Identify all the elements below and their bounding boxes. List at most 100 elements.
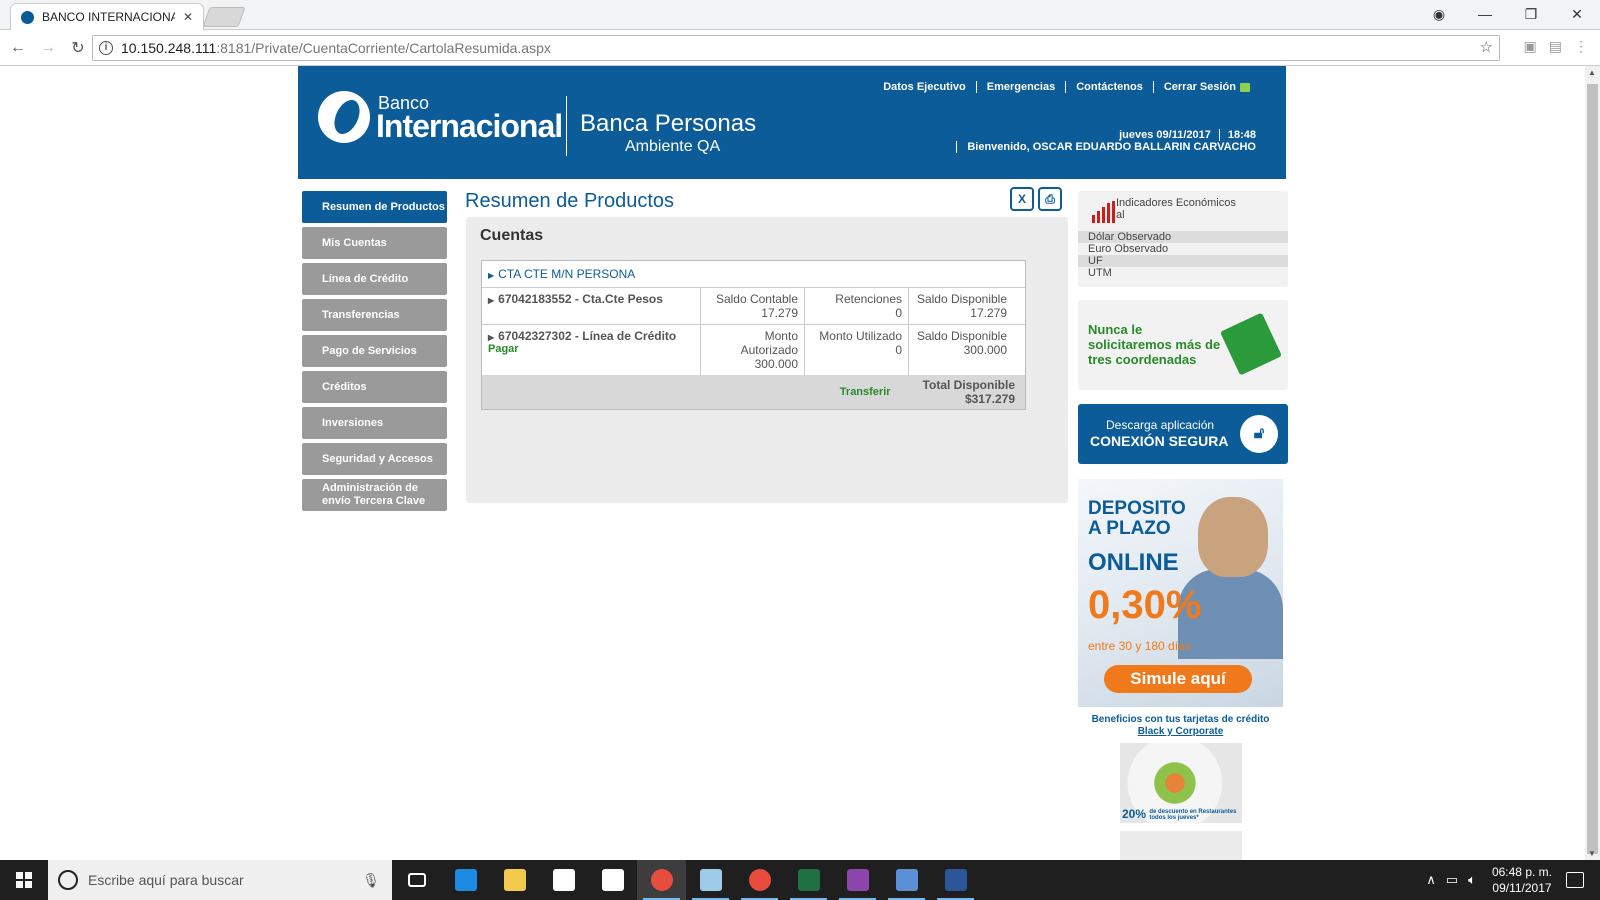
mail-taskbar-icon[interactable] bbox=[588, 860, 637, 900]
balance-cell: Saldo Contable 17.279 bbox=[700, 288, 804, 324]
print-icon[interactable]: ⎙ bbox=[1038, 187, 1062, 211]
tray-chevron-icon[interactable]: ∧ bbox=[1426, 872, 1436, 888]
info-icon[interactable]: i bbox=[99, 41, 113, 55]
account-group-label[interactable]: ▶ CTA CTE M/N PERSONA bbox=[482, 261, 641, 287]
cast-extension-icon[interactable]: ▤ bbox=[1549, 38, 1562, 55]
browser-tab[interactable]: BANCO INTERNACIONAL ✕ bbox=[10, 3, 204, 30]
taskbar-apps bbox=[392, 860, 980, 900]
table-row[interactable]: ▶ 67042327302 - Línea de Crédito Pagar Mon… bbox=[482, 324, 1025, 375]
store-taskbar-icon[interactable] bbox=[539, 860, 588, 900]
transferir-link[interactable]: Transferir bbox=[840, 386, 891, 398]
visual-studio-taskbar-icon[interactable] bbox=[833, 860, 882, 900]
indicator-dolar: Dólar Observado bbox=[1078, 231, 1288, 243]
section-title: Cuentas bbox=[480, 227, 544, 244]
expand-triangle-icon: ▶ bbox=[488, 271, 495, 280]
table-row[interactable]: ▶ 67042183552 - Cta.Cte Pesos Saldo Conta… bbox=[482, 287, 1025, 324]
account-name[interactable]: ▶ 67042327302 - Línea de Crédito Pagar bbox=[482, 325, 700, 375]
sidebar-item-pago-servicios[interactable]: Pago de Servicios bbox=[302, 335, 447, 367]
restore-button[interactable]: ❐ bbox=[1508, 0, 1554, 28]
notepad-taskbar-icon[interactable] bbox=[686, 860, 735, 900]
second-promo-image bbox=[1120, 831, 1242, 860]
address-bar[interactable]: i 10.150.248.111:8181/Private/CuentaCorr… bbox=[92, 35, 1500, 61]
volume-muted-icon[interactable]: 🔈︎ bbox=[1468, 872, 1476, 888]
header-links: Datos Ejecutivo Emergencias Contáctenos … bbox=[873, 81, 1260, 93]
used-cell: Monto Utilizado 0 bbox=[804, 325, 908, 375]
start-button[interactable] bbox=[0, 860, 48, 900]
simulate-button[interactable]: Simule aquí bbox=[1104, 665, 1252, 693]
system-tray: ∧ ▭ 🔈︎ 06:48 p. m. 09/11/2017 bbox=[1426, 860, 1600, 900]
forward-arrow-icon[interactable]: → bbox=[36, 39, 60, 57]
padlock-icon: 🔓︎ bbox=[1240, 415, 1278, 453]
scroll-thumb[interactable] bbox=[1587, 84, 1598, 854]
sidebar-item-transferencias[interactable]: Transferencias bbox=[302, 299, 447, 331]
browser-tab-strip: BANCO INTERNACIONAL ✕ ◉ — ❐ ✕ bbox=[0, 0, 1600, 30]
back-arrow-icon[interactable]: ← bbox=[6, 39, 30, 57]
reload-icon[interactable]: ↻ bbox=[66, 38, 90, 58]
sidebar-item-creditos[interactable]: Créditos bbox=[302, 371, 447, 403]
bank-favicon-icon bbox=[21, 10, 34, 24]
file-explorer-icon bbox=[503, 869, 526, 891]
taskbar-clock[interactable]: 06:48 p. m. 09/11/2017 bbox=[1492, 864, 1552, 896]
coordinate-card-icon bbox=[1220, 312, 1282, 376]
sidebar-item-linea-credito[interactable]: Línea de Crédito bbox=[302, 263, 447, 295]
windows-taskbar: Escribe aquí para buscar 🎙︎ ∧ ▭ 🔈︎ 06:48… bbox=[0, 860, 1600, 900]
search-placeholder[interactable]: Escribe aquí para buscar bbox=[88, 872, 352, 888]
available-cell: Saldo Disponible 300.000 bbox=[908, 325, 1013, 375]
link-emergencias[interactable]: Emergencias bbox=[975, 81, 1065, 93]
excel-export-icon[interactable]: X bbox=[1010, 187, 1034, 211]
edge-taskbar-icon[interactable] bbox=[441, 860, 490, 900]
new-tab-button[interactable] bbox=[202, 7, 246, 27]
excel-taskbar-icon[interactable] bbox=[784, 860, 833, 900]
download-app-banner[interactable]: Descarga aplicación CONEXIÓN SEGURA 🔓︎ bbox=[1078, 404, 1288, 464]
minimize-button[interactable]: — bbox=[1462, 0, 1508, 28]
sidebar-item-inversiones[interactable]: Inversiones bbox=[302, 407, 447, 439]
link-datos-ejecutivo[interactable]: Datos Ejecutivo bbox=[873, 81, 976, 93]
remote-desktop-taskbar-icon[interactable] bbox=[882, 860, 931, 900]
menu-icon[interactable]: ⋮ bbox=[1574, 38, 1588, 55]
visual-studio-icon bbox=[846, 869, 869, 891]
network-icon[interactable]: ▭ bbox=[1446, 872, 1458, 888]
task-view-taskbar-icon[interactable] bbox=[392, 860, 441, 900]
word-taskbar-icon[interactable] bbox=[931, 860, 980, 900]
pdf-extension-icon[interactable]: ▣ bbox=[1524, 38, 1537, 55]
coordinates-text: Nunca le solicitaremos más de tres coord… bbox=[1088, 322, 1221, 367]
bookmark-star-icon[interactable]: ☆ bbox=[1480, 38, 1493, 56]
scroll-up-icon[interactable]: ▲ bbox=[1588, 68, 1596, 77]
header-divider bbox=[566, 96, 567, 156]
link-contactenos[interactable]: Contáctenos bbox=[1065, 81, 1153, 93]
link-cerrar-sesion[interactable]: Cerrar Sesión bbox=[1152, 81, 1260, 93]
url-text[interactable]: 10.150.248.111:8181/Private/CuentaCorrie… bbox=[121, 40, 551, 56]
action-center-icon[interactable] bbox=[1566, 872, 1584, 888]
scroll-down-icon[interactable]: ▼ bbox=[1588, 849, 1596, 858]
account-name[interactable]: ▶ 67042183552 - Cta.Cte Pesos bbox=[482, 288, 700, 324]
microphone-icon[interactable]: 🎙︎ bbox=[362, 872, 380, 889]
cortana-icon bbox=[58, 870, 78, 890]
close-tab-icon[interactable]: ✕ bbox=[183, 10, 193, 24]
pagar-link[interactable]: Pagar bbox=[488, 343, 694, 355]
page-viewport: Banco Internacional Banca Personas Ambie… bbox=[0, 66, 1585, 860]
welcome-message: Bienvenido, OSCAR EDUARDO BALLARIN CARVA… bbox=[956, 141, 1256, 153]
account-group-row[interactable]: ▶ CTA CTE M/N PERSONA bbox=[482, 261, 1025, 287]
total-row: Transferir Total Disponible $317.279 bbox=[482, 375, 1025, 409]
mail-icon bbox=[601, 869, 624, 891]
file-explorer-taskbar-icon[interactable] bbox=[490, 860, 539, 900]
benefits-link[interactable]: Black y Corporate bbox=[1078, 726, 1283, 738]
extension-icons: ▣ ▤ ⋮ bbox=[1524, 38, 1588, 55]
sidebar-item-tercera-clave[interactable]: Administración de envío Tercera Clave bbox=[302, 479, 447, 511]
promo-deposit-label: DEPOSITO A PLAZO bbox=[1088, 498, 1186, 539]
chrome-taskbar-icon[interactable] bbox=[637, 860, 686, 900]
close-window-button[interactable]: ✕ bbox=[1554, 0, 1600, 28]
promo-hero[interactable]: DEPOSITO A PLAZO ONLINE 0,30% entre 30 y … bbox=[1078, 479, 1283, 707]
sidebar-item-mis-cuentas[interactable]: Mis Cuentas bbox=[302, 227, 447, 259]
excel-icon bbox=[797, 869, 820, 891]
taskbar-search[interactable]: Escribe aquí para buscar 🎙︎ bbox=[48, 860, 392, 900]
coordinates-banner[interactable]: Nunca le solicitaremos más de tres coord… bbox=[1078, 300, 1288, 390]
page-scrollbar[interactable]: ▲ ▼ bbox=[1585, 66, 1600, 860]
bank-logo-icon[interactable] bbox=[318, 91, 370, 143]
profile-icon[interactable]: ◉ bbox=[1416, 0, 1462, 28]
promo-banner[interactable]: DEPOSITO A PLAZO ONLINE 0,30% entre 30 y … bbox=[1078, 479, 1283, 860]
chrome-2-taskbar-icon[interactable] bbox=[735, 860, 784, 900]
bar-chart-icon bbox=[1092, 201, 1115, 223]
sidebar-item-seguridad[interactable]: Seguridad y Accesos bbox=[302, 443, 447, 475]
sidebar-item-resumen[interactable]: Resumen de Productos bbox=[302, 191, 447, 223]
